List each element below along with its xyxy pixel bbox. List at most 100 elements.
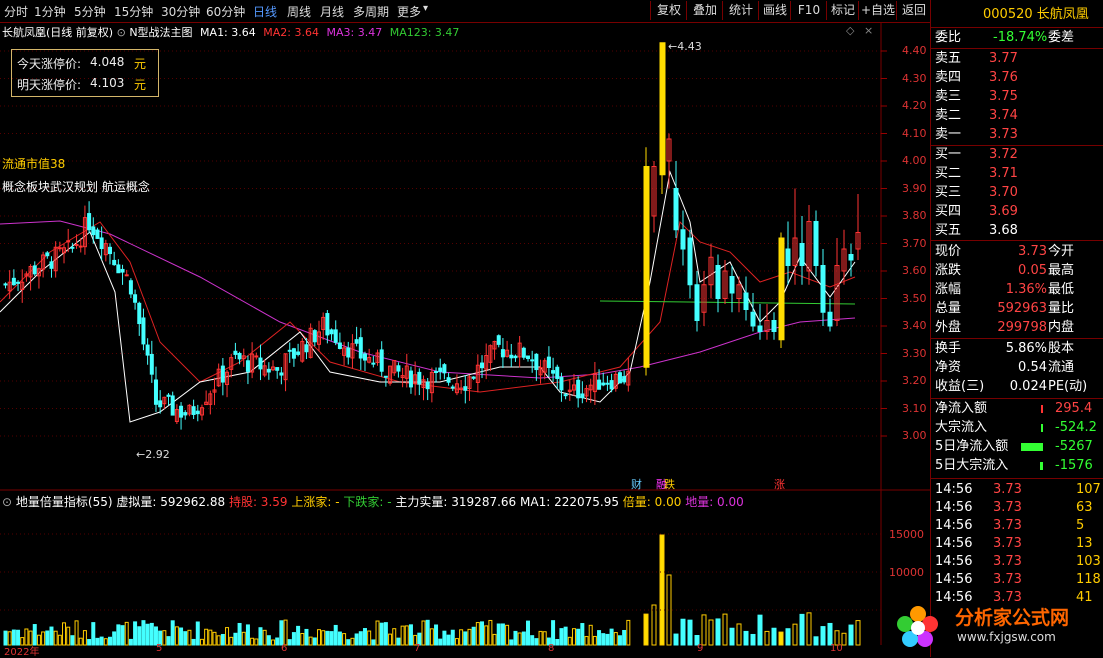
ask-price[interactable]: 3.74 — [989, 107, 1018, 125]
period-tab-15min[interactable]: 15分钟 — [114, 3, 153, 20]
volume-bar — [149, 622, 154, 646]
volume-bar — [120, 625, 125, 646]
overlay-button[interactable]: 叠加 — [686, 1, 723, 20]
volume-bar — [229, 636, 234, 646]
f10-button[interactable]: F10 — [790, 1, 827, 20]
date-axis: 2022年 5 6 7 8 9 10 — [0, 643, 930, 658]
indicator-name[interactable]: 地量倍量指标(55) — [16, 495, 113, 509]
volume-bar — [743, 630, 749, 646]
main-volume: 主力实量: 319287.66 — [395, 495, 517, 509]
volume-bar — [45, 630, 50, 646]
today-limit-value: 4.048 — [90, 55, 125, 69]
ask-price[interactable]: 3.77 — [989, 50, 1018, 68]
candle-body — [166, 394, 171, 397]
volume-bar — [778, 631, 784, 646]
volume-bar — [785, 628, 791, 646]
period-tab-daily[interactable]: 日线 — [253, 3, 277, 20]
period-tab-fenshi[interactable]: 分时 — [4, 3, 28, 20]
indicator-switch-icon[interactable]: ⊙ — [2, 495, 12, 509]
rise-marker[interactable]: 涨 — [774, 476, 785, 492]
stat-label: 现价 — [935, 244, 962, 259]
candle-body — [605, 382, 610, 385]
back-button[interactable]: 返回 — [896, 1, 931, 20]
date-label: 9 — [697, 643, 704, 654]
period-tab-1min[interactable]: 1分钟 — [34, 3, 66, 20]
candle-body — [396, 365, 401, 372]
mark-button[interactable]: 标记 — [826, 1, 859, 20]
stock-title: 000520 长航凤凰 — [983, 6, 1089, 24]
finance-marker[interactable]: 财 — [631, 476, 642, 492]
ask-price[interactable]: 3.75 — [989, 88, 1018, 106]
tick-price: 3.73 — [993, 482, 1022, 497]
add-watchlist-button[interactable]: +自选 — [858, 1, 897, 20]
indicator-switch-icon[interactable]: ⊙ — [117, 26, 126, 39]
close-icon[interactable]: × — [864, 24, 873, 37]
fuquan-button[interactable]: 复权 — [650, 1, 687, 20]
fall-marker[interactable]: 跌 — [664, 476, 675, 492]
period-tab-weekly[interactable]: 周线 — [287, 3, 311, 20]
volume-bar — [813, 636, 819, 646]
volume-bar — [321, 630, 326, 646]
period-tab-multi[interactable]: 多周期 — [353, 3, 389, 20]
candle-body — [383, 375, 388, 378]
candle-body — [848, 254, 854, 261]
volume-bar — [429, 628, 434, 646]
bid-price[interactable]: 3.69 — [989, 203, 1018, 221]
stat-row: 收益(三) 0.024 PE(动) — [935, 378, 1087, 396]
tick-volume: 63 — [1076, 500, 1093, 515]
volume-bar — [283, 619, 288, 646]
volume-bars — [3, 534, 861, 646]
price-axis-label: 3.90 — [902, 181, 927, 195]
candle-body — [116, 264, 121, 274]
watermark-url: www.fxjgsw.com — [957, 630, 1056, 644]
candle-body — [480, 362, 485, 369]
ma3-line — [0, 220, 856, 379]
volume-bar — [526, 620, 530, 646]
candle-body — [434, 370, 439, 373]
more-dropdown-icon[interactable]: ▾ — [423, 3, 428, 14]
kline-chart[interactable] — [0, 22, 930, 657]
period-tab-60min[interactable]: 60分钟 — [206, 3, 245, 20]
volume-bar — [333, 624, 338, 646]
ask-row: 卖二 3.74 — [935, 107, 1018, 125]
flow-value: 295.4 — [1055, 401, 1093, 416]
bid-price[interactable]: 3.72 — [989, 146, 1018, 164]
statistics-button[interactable]: 统计 — [722, 1, 759, 20]
period-tab-5min[interactable]: 5分钟 — [74, 3, 106, 20]
candle-body — [408, 370, 413, 388]
volume-bar — [53, 630, 58, 646]
stock-label: 长航凤凰(日线 前复权) — [2, 26, 114, 39]
period-tab-more[interactable]: 更多 — [397, 3, 421, 20]
ask-price[interactable]: 3.73 — [989, 126, 1018, 144]
ma2-value: MA2: 3.64 — [263, 26, 319, 39]
period-tab-monthly[interactable]: 月线 — [320, 3, 344, 20]
candle-body — [3, 283, 8, 286]
period-tab-30min[interactable]: 30分钟 — [161, 3, 200, 20]
volume-bar — [722, 613, 728, 646]
ask-price[interactable]: 3.76 — [989, 69, 1018, 87]
volume-bar — [241, 631, 246, 646]
tick-time: 14:56 — [935, 500, 973, 515]
draw-button[interactable]: 画线 — [758, 1, 791, 20]
candle-body — [757, 325, 763, 332]
candle-body — [534, 353, 539, 371]
watermark-brand: 分析家公式网 — [955, 607, 1070, 629]
candle-body — [379, 349, 384, 372]
candle-body — [354, 339, 359, 344]
candle-body — [112, 259, 117, 266]
chart-info-line: 长航凤凰(日线 前复权) ⊙ N型战法主图 MA1: 3.64 MA2: 3.6… — [2, 24, 459, 40]
up-count: 上涨家: - — [291, 495, 340, 509]
bid-price[interactable]: 3.71 — [989, 165, 1018, 183]
bid-price[interactable]: 3.68 — [989, 222, 1018, 240]
stat-label: 收益(三) — [935, 379, 985, 394]
stat-label: 换手 — [935, 341, 962, 356]
tick-volume: 107 — [1076, 482, 1101, 497]
main-indicator-name[interactable]: N型战法主图 — [129, 26, 192, 39]
candle-body — [715, 265, 721, 299]
bid-price[interactable]: 3.70 — [989, 184, 1018, 202]
diamond-icon[interactable]: ◇ — [846, 24, 854, 37]
candle-body — [346, 347, 351, 358]
indicator-info-line: ⊙ 地量倍量指标(55) 虚拟量: 592962.88 持股: 3.59 上涨家… — [2, 493, 744, 510]
flow-bar — [1041, 405, 1043, 413]
candle-body — [32, 265, 37, 275]
